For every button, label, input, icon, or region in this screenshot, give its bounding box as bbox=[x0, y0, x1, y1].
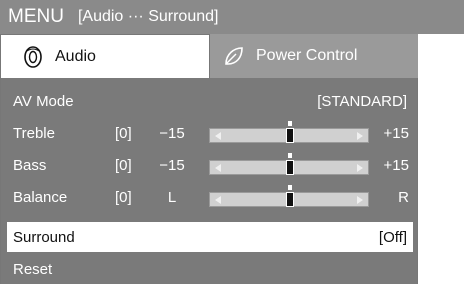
tab-power-control[interactable]: Power Control bbox=[210, 34, 418, 78]
menu-item-balance[interactable]: Balance [0] L R bbox=[7, 182, 413, 212]
arrow-left-icon bbox=[215, 132, 221, 140]
leaf-icon bbox=[220, 42, 248, 70]
av-mode-label: AV Mode bbox=[13, 92, 74, 110]
balance-max: R bbox=[398, 188, 409, 206]
menu-item-av-mode[interactable]: AV Mode [STANDARD] bbox=[7, 86, 413, 116]
menu-title-bar: MENU [Audio ··· Surround] bbox=[0, 0, 464, 34]
tab-power-control-label: Power Control bbox=[256, 47, 358, 64]
menu-item-bass[interactable]: Bass [0] −15 +15 bbox=[7, 150, 413, 180]
menu-title: MENU bbox=[8, 6, 64, 27]
breadcrumb: [Audio ··· Surround] bbox=[77, 8, 219, 25]
slider-center-marker bbox=[288, 185, 292, 190]
treble-label: Treble bbox=[13, 124, 55, 142]
surround-value: [Off] bbox=[378, 228, 407, 246]
arrow-right-icon bbox=[357, 164, 363, 172]
slider-center-marker bbox=[288, 153, 292, 158]
treble-max: +15 bbox=[383, 124, 409, 142]
menu-item-surround[interactable]: Surround [Off] bbox=[7, 222, 413, 252]
arrow-right-icon bbox=[357, 132, 363, 140]
tab-bar: Audio Power Control bbox=[0, 34, 418, 78]
tab-audio-label: Audio bbox=[55, 47, 96, 65]
treble-value: [0] bbox=[115, 124, 132, 142]
tab-audio[interactable]: Audio bbox=[0, 34, 210, 78]
balance-min: L bbox=[167, 188, 177, 206]
bass-slider[interactable] bbox=[209, 153, 369, 175]
slider-thumb[interactable] bbox=[286, 128, 294, 143]
balance-slider[interactable] bbox=[209, 185, 369, 207]
bass-max: +15 bbox=[383, 156, 409, 174]
av-mode-value: [STANDARD] bbox=[317, 92, 407, 110]
bass-min: −15 bbox=[159, 156, 185, 174]
treble-slider[interactable] bbox=[209, 121, 369, 143]
slider-center-marker bbox=[288, 121, 292, 126]
bass-label: Bass bbox=[13, 156, 47, 174]
balance-value: [0] bbox=[115, 188, 132, 206]
treble-min: −15 bbox=[159, 124, 185, 142]
balance-label: Balance bbox=[13, 188, 68, 206]
reset-label: Reset bbox=[13, 260, 53, 278]
arrow-right-icon bbox=[357, 196, 363, 204]
slider-thumb[interactable] bbox=[286, 192, 294, 207]
menu-item-treble[interactable]: Treble [0] −15 +15 bbox=[7, 118, 413, 148]
arrow-left-icon bbox=[215, 164, 221, 172]
menu-item-reset[interactable]: Reset bbox=[7, 254, 413, 284]
speaker-icon bbox=[19, 43, 47, 71]
audio-settings-panel: AV Mode [STANDARD] Treble [0] −15 +15 Ba… bbox=[0, 78, 418, 284]
bass-value: [0] bbox=[115, 156, 132, 174]
surround-label: Surround bbox=[13, 228, 75, 246]
slider-thumb[interactable] bbox=[286, 160, 294, 175]
arrow-left-icon bbox=[215, 196, 221, 204]
